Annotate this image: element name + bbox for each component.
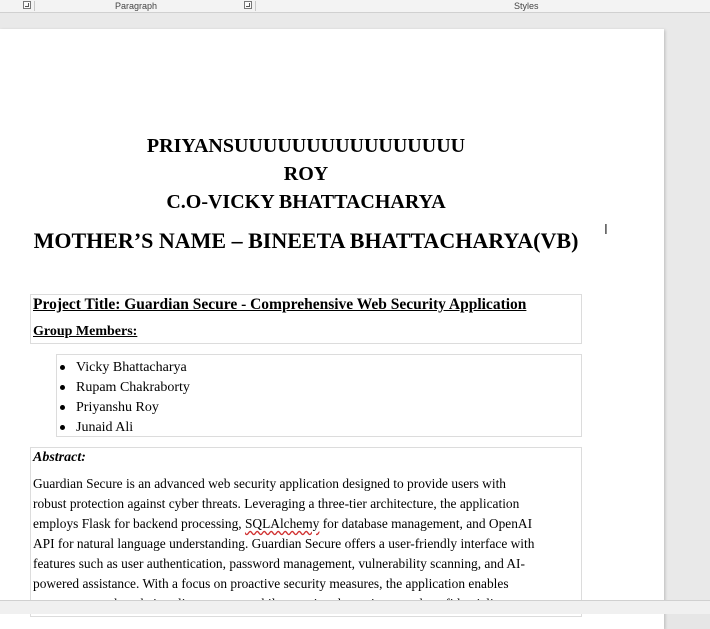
bullet-icon: [60, 405, 65, 410]
abstract-label[interactable]: Abstract:: [33, 450, 86, 466]
heading-line-3[interactable]: C.O-VICKY BHATTACHARYA: [0, 191, 638, 214]
ribbon-group-paragraph-label: Paragraph: [115, 1, 158, 11]
horizontal-scrollbar[interactable]: [0, 600, 710, 614]
abstract-paragraph[interactable]: Guardian Secure is an advanced web secur…: [33, 474, 581, 614]
members-list: Vicky Bhattacharya Rupam Chakraborty Pri…: [60, 358, 190, 438]
bullet-icon: [60, 425, 65, 430]
bullet-icon: [60, 385, 65, 390]
abstract-line: API for natural language understanding. …: [33, 536, 535, 551]
heading-line-2[interactable]: ROY: [0, 163, 638, 186]
list-item[interactable]: Rupam Chakraborty: [60, 378, 190, 398]
text-cursor-icon: I: [604, 223, 608, 238]
ribbon-group-styles-label: Styles: [514, 1, 539, 11]
ribbon-group-labels: Paragraph Styles: [0, 0, 710, 13]
abstract-line: robust protection against cyber threats.…: [33, 496, 520, 511]
project-title[interactable]: Project Title: Guardian Secure - Compreh…: [33, 296, 526, 314]
abstract-line: Guardian Secure is an advanced web secur…: [33, 476, 506, 491]
abstract-line: powered assistance. With a focus on proa…: [33, 576, 509, 591]
ribbon-separator: [255, 1, 256, 11]
list-item[interactable]: Priyanshu Roy: [60, 398, 190, 418]
abstract-line: features such as user authentication, pa…: [33, 556, 525, 571]
misspelled-word[interactable]: SQLAlchemy: [245, 516, 319, 531]
document-canvas: PRIYANSUUUUUUUUUUUUUUUU ROY C.O-VICKY BH…: [0, 13, 710, 629]
document-page[interactable]: PRIYANSUUUUUUUUUUUUUUUU ROY C.O-VICKY BH…: [0, 29, 664, 629]
heading-line-1[interactable]: PRIYANSUUUUUUUUUUUUUUUU: [0, 135, 638, 158]
paragraph-dialog-launcher-icon[interactable]: [244, 1, 252, 9]
group-members-label[interactable]: Group Members:: [33, 324, 137, 340]
heading-line-4[interactable]: MOTHER’S NAME – BINEETA BHATTACHARYA(VB): [0, 228, 638, 254]
ribbon-separator: [34, 1, 35, 11]
list-item[interactable]: Vicky Bhattacharya: [60, 358, 190, 378]
abstract-line: employs Flask for backend processing, SQ…: [33, 516, 533, 531]
bullet-icon: [60, 365, 65, 370]
dialog-launcher-icon[interactable]: [23, 1, 31, 9]
list-item[interactable]: Junaid Ali: [60, 418, 190, 438]
